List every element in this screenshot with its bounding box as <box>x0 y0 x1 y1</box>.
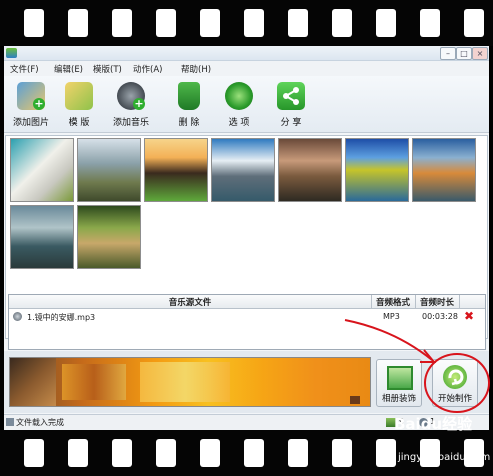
watermark-brand: Baidu经验 <box>394 415 473 433</box>
highlight-circle <box>424 353 490 413</box>
watermark-url: jingyan.baidu.com <box>398 452 491 463</box>
annotation-arrow <box>344 319 437 363</box>
